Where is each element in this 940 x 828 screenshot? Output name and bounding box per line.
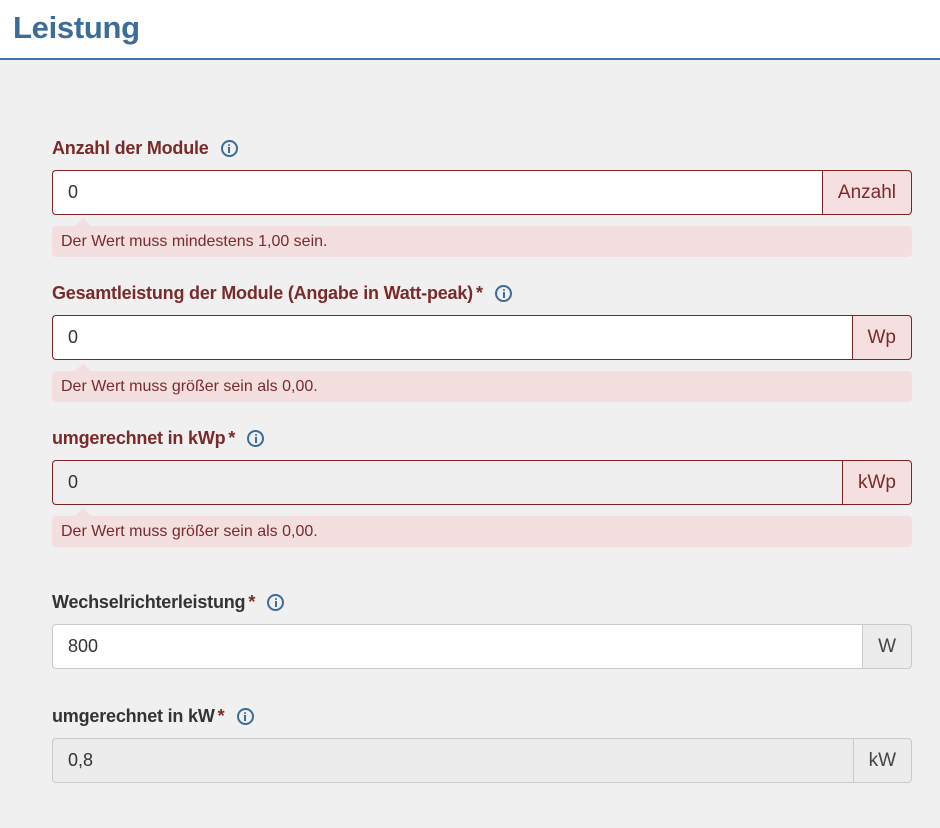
unit-addon: W — [862, 624, 912, 669]
error-message: Der Wert muss größer sein als 0,00. — [52, 508, 912, 547]
field-label: Gesamtleistung der Module (Angabe in Wat… — [52, 282, 473, 303]
field-inverter-power-kw: umgerechnet in kW * 0,8 kW — [52, 704, 912, 783]
info-icon[interactable] — [267, 593, 285, 611]
field-label-row: umgerechnet in kW * — [52, 704, 912, 728]
info-icon[interactable] — [220, 139, 238, 157]
field-label: Wechselrichterleistung — [52, 591, 246, 612]
module-count-input[interactable]: 0 — [52, 170, 822, 215]
unit-addon: kW — [852, 738, 912, 783]
total-power-input[interactable]: 0 — [52, 315, 852, 360]
field-total-power-kwp: umgerechnet in kWp * 0 kWp Der Wert muss… — [52, 426, 912, 547]
info-icon[interactable] — [495, 284, 512, 302]
field-module-count: Anzahl der Module 0 Anzahl Der Wert muss… — [52, 136, 912, 257]
unit-addon: Anzahl — [821, 170, 912, 215]
unit-addon: Wp — [851, 315, 912, 360]
required-marker: * — [228, 427, 236, 448]
required-marker: * — [217, 705, 225, 726]
inverter-power-input[interactable]: 800 — [52, 624, 863, 669]
field-inverter-power: Wechselrichterleistung * 800 W — [52, 590, 912, 669]
total-power-kwp-input: 0 — [52, 460, 842, 505]
section-header: Leistung — [0, 0, 940, 60]
section-title: Leistung — [13, 10, 140, 45]
input-group: 0 kWp — [52, 460, 912, 505]
field-label-row: Gesamtleistung der Module (Angabe in Wat… — [52, 281, 912, 305]
error-message: Der Wert muss mindestens 1,00 sein. — [52, 218, 912, 257]
info-icon[interactable] — [236, 707, 254, 725]
input-group: 0,8 kW — [52, 738, 912, 783]
field-label-row: Wechselrichterleistung * — [52, 590, 912, 614]
info-icon[interactable] — [247, 429, 265, 447]
unit-addon: kWp — [842, 460, 912, 505]
required-marker: * — [475, 282, 483, 303]
required-marker: * — [248, 591, 256, 612]
field-total-power: Gesamtleistung der Module (Angabe in Wat… — [52, 281, 912, 402]
field-label: umgerechnet in kW — [52, 705, 215, 726]
field-label: Anzahl der Module — [52, 137, 209, 158]
error-message: Der Wert muss größer sein als 0,00. — [52, 363, 912, 402]
field-label-row: Anzahl der Module — [52, 136, 912, 160]
field-label-row: umgerechnet in kWp * — [52, 426, 912, 450]
field-label: umgerechnet in kWp — [52, 427, 226, 448]
inverter-power-kw-input: 0,8 — [52, 738, 853, 783]
input-group: 0 Anzahl — [52, 170, 912, 215]
input-group: 0 Wp — [52, 315, 912, 360]
input-group: 800 W — [52, 624, 912, 669]
